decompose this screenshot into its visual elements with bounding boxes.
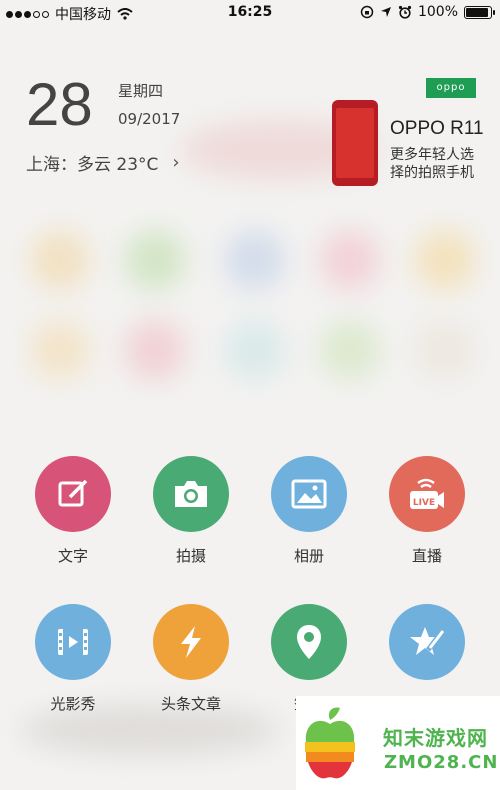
image-icon [271,456,347,532]
location-pin-icon [271,604,347,680]
ad-subtitle-line1: 更多年轻人选 [390,147,474,163]
ad-title[interactable]: OPPO R11 [390,118,484,140]
action-album[interactable]: 相册 [254,456,364,566]
live-icon: LIVE [389,456,465,532]
apple-logo-watermark [305,707,355,779]
rotation-lock-icon [360,5,374,19]
action-headline-article[interactable]: 头条文章 [136,604,246,714]
watermark-title: 知末游戏网 [383,726,488,750]
action-label: 相册 [293,547,324,565]
edit-icon [35,456,111,532]
svg-text:LIVE: LIVE [413,498,435,508]
action-light-show[interactable]: 光影秀 [18,604,128,714]
weather-text: 上海：多云 23°C [26,155,159,175]
alarm-icon [398,5,412,19]
action-label: 头条文章 [160,695,221,713]
chevron-right-icon: › [172,152,180,173]
action-shoot[interactable]: 拍摄 [136,456,246,566]
oppo-logo[interactable]: oppo [426,78,476,98]
lightning-icon [153,604,229,680]
location-arrow-icon [380,7,391,17]
weather-link[interactable]: 上海：多云 23°C › [26,150,180,175]
star-pen-icon [389,604,465,680]
film-icon [35,604,111,680]
action-label: 文字 [57,547,88,565]
watermark-url: ZMO28.CN [384,752,499,773]
weekday: 星期四 [118,82,164,100]
phone-ad-image[interactable] [332,100,378,186]
action-label: 直播 [411,547,442,565]
battery-icon [464,5,495,19]
action-text[interactable]: 文字 [18,456,128,566]
month-year: 09/2017 [118,110,181,128]
ad-subtitle-line2: 择的拍照手机 [390,165,474,181]
camera-icon [153,456,229,532]
action-label: 拍摄 [175,547,206,565]
action-label: 光影秀 [50,695,96,713]
status-bar: 中国移动 16:25 100% [0,0,500,26]
date-day: 28 [26,71,93,138]
battery-percent: 100% [417,4,458,20]
action-live[interactable]: LIVE 直播 [372,456,482,566]
